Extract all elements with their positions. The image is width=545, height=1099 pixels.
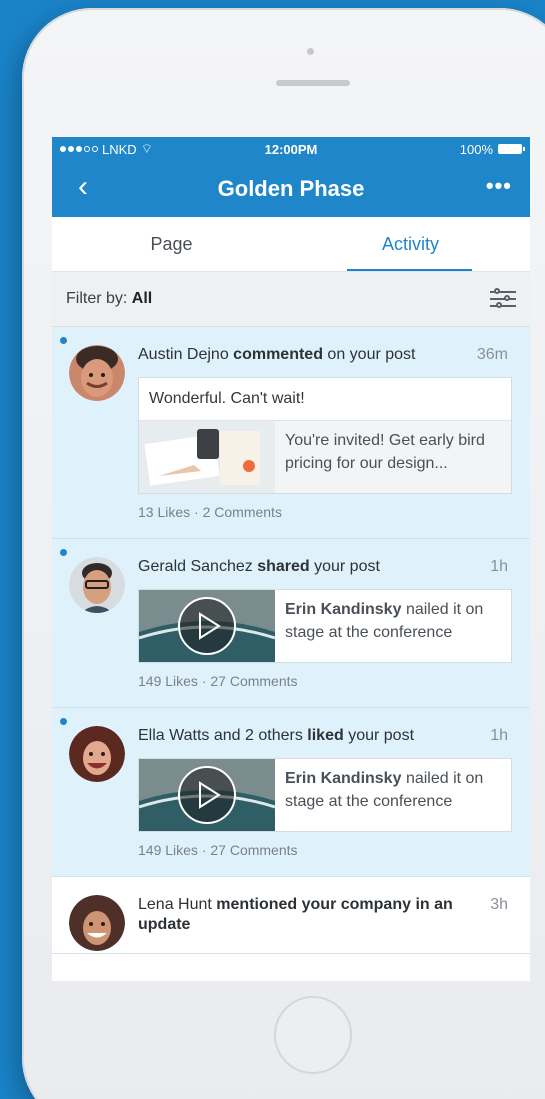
share-text: You're invited! Get early bird pricing f… bbox=[285, 432, 485, 472]
unread-indicator bbox=[60, 718, 67, 725]
post-card[interactable]: Erin Kandinsky nailed it on stage at the… bbox=[138, 758, 512, 832]
more-options-icon[interactable]: ••• bbox=[486, 175, 512, 197]
tab-activity[interactable]: Activity bbox=[291, 217, 530, 271]
carrier-label: LNKD bbox=[102, 141, 137, 157]
avatar[interactable] bbox=[69, 345, 125, 401]
list-item[interactable]: Ella Watts and 2 others liked your post 1… bbox=[52, 708, 530, 877]
engagement-stats[interactable]: 13 Likes · 2 Comments bbox=[138, 504, 512, 520]
timestamp: 1h bbox=[490, 558, 508, 575]
actor-name[interactable]: Gerald Sanchez bbox=[138, 558, 253, 575]
actor-name[interactable]: Austin Dejno bbox=[138, 346, 229, 363]
battery-icon bbox=[498, 144, 525, 154]
engagement-stats[interactable]: 149 Likes · 27 Comments bbox=[138, 842, 512, 858]
page-title: Golden Phase bbox=[217, 176, 365, 201]
status-bar: LNKD ⌔ 12:00PM 100% bbox=[52, 137, 530, 161]
unread-indicator bbox=[60, 549, 67, 556]
activity-feed: Austin Dejno commented on your post 36m W… bbox=[52, 327, 530, 954]
action-text: shared bbox=[257, 558, 310, 575]
filter-value: All bbox=[131, 290, 153, 307]
video-thumbnail[interactable] bbox=[139, 590, 275, 662]
filter-settings-icon[interactable] bbox=[490, 288, 516, 310]
list-item[interactable]: Lena Hunt mentioned your company in an u… bbox=[52, 877, 530, 954]
comment-text: Wonderful. Can't wait! bbox=[139, 378, 511, 421]
avatar[interactable] bbox=[69, 726, 125, 782]
timestamp: 3h bbox=[490, 896, 508, 913]
timestamp: 1h bbox=[490, 727, 508, 744]
unread-indicator bbox=[60, 337, 67, 344]
list-item[interactable]: Gerald Sanchez shared your post 1h Erin K… bbox=[52, 539, 530, 708]
actor-name[interactable]: Lena Hunt bbox=[138, 896, 212, 913]
back-chevron-icon[interactable]: ‹ bbox=[78, 171, 88, 203]
battery-label: 100% bbox=[459, 141, 493, 157]
home-button[interactable] bbox=[274, 996, 352, 1074]
front-camera bbox=[307, 48, 314, 55]
screen: LNKD ⌔ 12:00PM 100% ‹ Golden Phase ••• P… bbox=[52, 137, 530, 981]
avatar[interactable] bbox=[69, 895, 125, 951]
shared-author[interactable]: Erin Kandinsky bbox=[285, 601, 401, 618]
filter-bar[interactable]: Filter by: All bbox=[52, 272, 530, 327]
list-item[interactable]: Austin Dejno commented on your post 36m W… bbox=[52, 327, 530, 539]
wifi-icon: ⌔ bbox=[140, 141, 153, 156]
action-text: liked bbox=[307, 727, 344, 744]
tab-bar: Page Activity bbox=[52, 217, 530, 272]
engagement-stats[interactable]: 149 Likes · 27 Comments bbox=[138, 673, 512, 689]
post-card[interactable]: Erin Kandinsky nailed it on stage at the… bbox=[138, 589, 512, 663]
avatar[interactable] bbox=[69, 557, 125, 613]
nav-bar: ‹ Golden Phase ••• bbox=[52, 161, 530, 217]
action-rest: your post bbox=[314, 558, 380, 575]
speaker bbox=[276, 80, 350, 86]
post-thumbnail bbox=[139, 421, 275, 493]
actor-name[interactable]: Ella Watts and 2 others bbox=[138, 727, 303, 744]
filter-label: Filter by: bbox=[66, 290, 128, 307]
signal-icon bbox=[60, 146, 98, 152]
action-rest: on your post bbox=[327, 346, 416, 363]
action-rest: your post bbox=[348, 727, 415, 744]
tab-page[interactable]: Page bbox=[52, 217, 291, 271]
shared-author[interactable]: Erin Kandinsky bbox=[285, 770, 401, 787]
video-thumbnail[interactable] bbox=[139, 759, 275, 831]
post-card[interactable]: Wonderful. Can't wait! You're invited! G… bbox=[138, 377, 512, 494]
action-text: commented bbox=[233, 346, 323, 363]
timestamp: 36m bbox=[476, 346, 508, 363]
